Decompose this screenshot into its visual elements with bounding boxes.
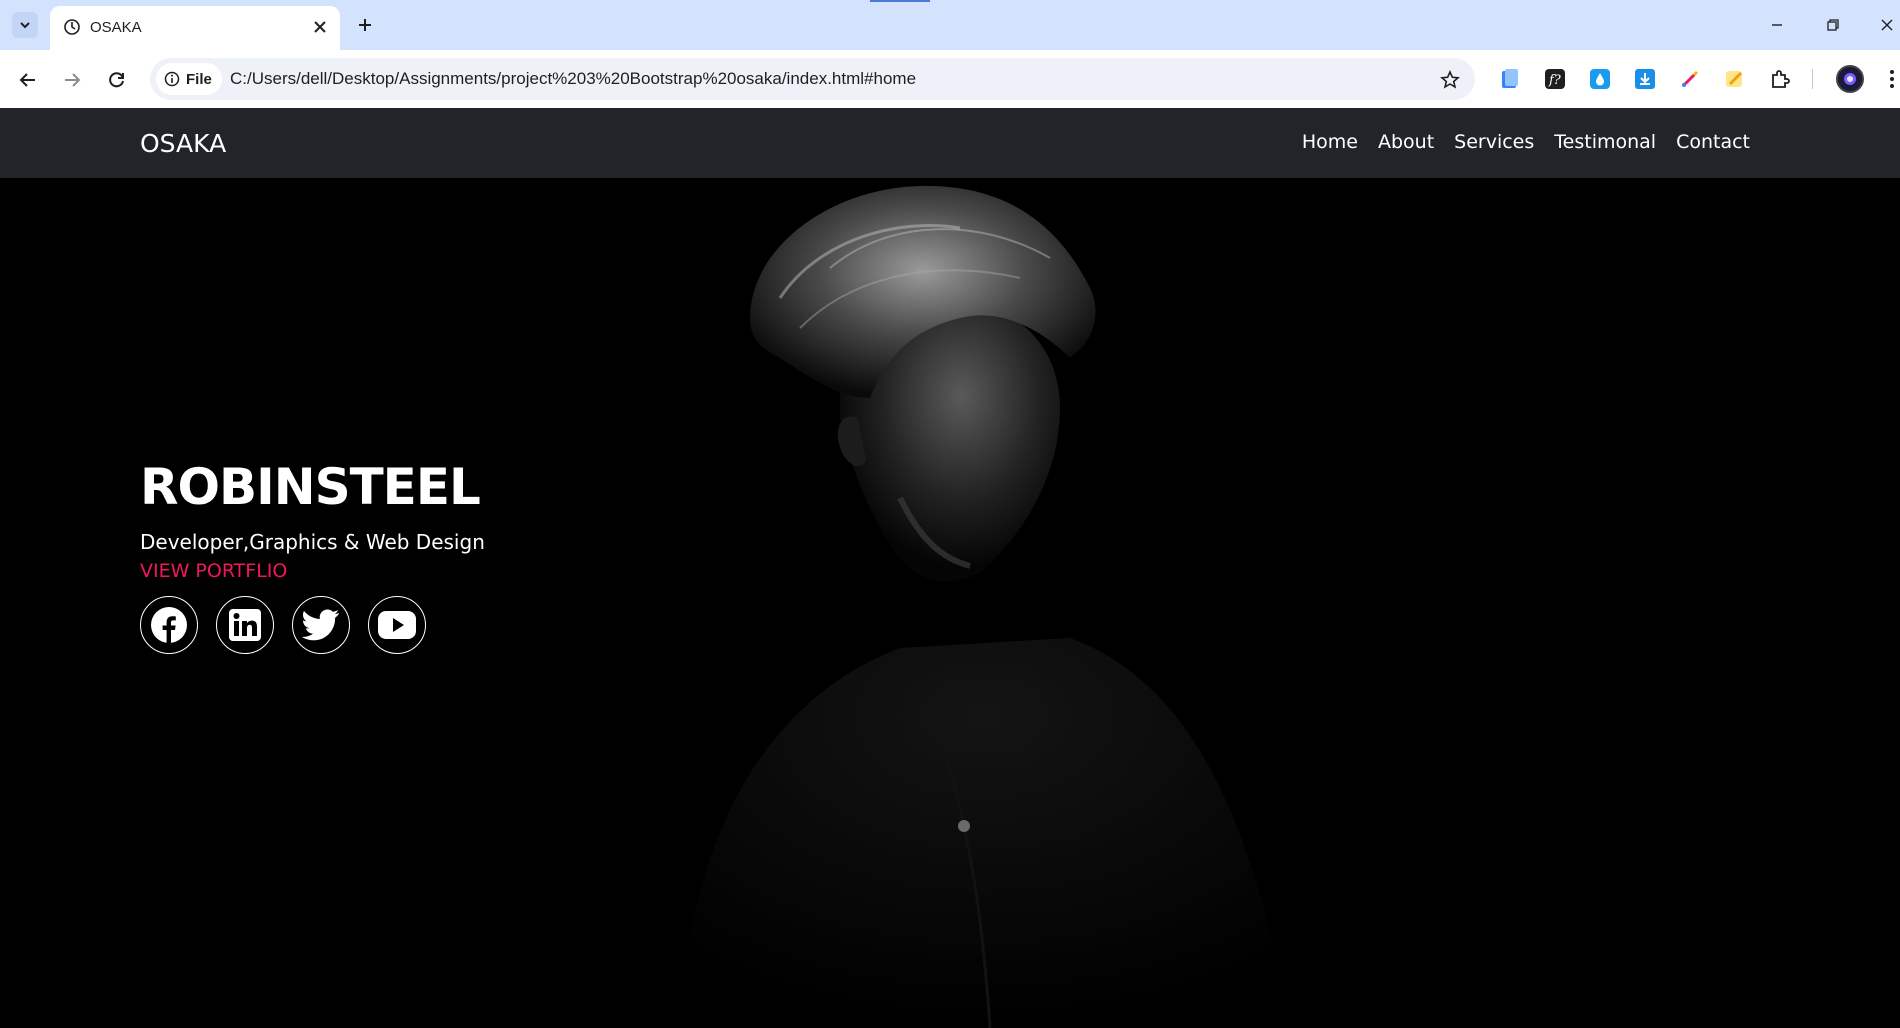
bookmark-button[interactable] — [1437, 67, 1463, 93]
avatar-icon — [1844, 73, 1856, 85]
extension-fonts-button[interactable]: f? — [1541, 65, 1569, 93]
forward-button[interactable] — [56, 64, 88, 96]
extension-reader-button[interactable] — [1496, 65, 1524, 93]
view-portfolio-link[interactable]: VIEW PORTFLIO — [140, 560, 485, 582]
reload-icon — [109, 72, 124, 88]
facebook-icon — [151, 607, 187, 643]
highlighter-icon — [1726, 71, 1743, 87]
youtube-link[interactable] — [368, 596, 426, 654]
restore-button[interactable] — [1818, 10, 1848, 40]
extensions-menu-button[interactable] — [1766, 65, 1794, 93]
nav-link-testimonal[interactable]: Testimonal — [1554, 131, 1656, 153]
extension-dropper-button[interactable] — [1586, 65, 1614, 93]
info-icon — [164, 71, 180, 87]
restore-icon — [1827, 19, 1839, 31]
svg-text:f?: f? — [1548, 73, 1562, 88]
new-tab-button[interactable] — [352, 12, 378, 38]
tab-title: OSAKA — [90, 19, 142, 36]
extension-download-button[interactable] — [1631, 65, 1659, 93]
page-viewport: OSAKA Home About Services Testimonal Con… — [0, 108, 1900, 1028]
reload-button[interactable] — [101, 64, 133, 96]
linkedin-link[interactable] — [216, 596, 274, 654]
extension-pen-button[interactable] — [1721, 65, 1749, 93]
globe-icon — [64, 19, 80, 35]
puzzle-icon — [1772, 70, 1790, 88]
tab-search-button[interactable] — [12, 12, 38, 38]
browser-tab-strip: OSAKA — [0, 0, 1900, 50]
reader-icon — [1502, 69, 1518, 88]
toolbar-separator — [1812, 69, 1813, 89]
nav-link-contact[interactable]: Contact — [1676, 131, 1750, 153]
nav-link-home[interactable]: Home — [1302, 131, 1358, 153]
nav-link-about[interactable]: About — [1378, 131, 1434, 153]
site-navbar: OSAKA Home About Services Testimonal Con… — [0, 108, 1900, 178]
pencil-icon — [1682, 70, 1699, 87]
hero-content: ROBINSTEEL Developer,Graphics & Web Desi… — [140, 458, 485, 654]
social-links — [140, 596, 485, 654]
browser-menu-button[interactable] — [1878, 65, 1900, 93]
browser-tab[interactable]: OSAKA — [50, 6, 340, 50]
hero-name: ROBINSTEEL — [140, 458, 481, 516]
arrow-left-icon — [19, 73, 35, 87]
arrow-right-icon — [65, 73, 81, 87]
close-window-button[interactable] — [1872, 10, 1900, 40]
site-nav: Home About Services Testimonal Contact — [1302, 131, 1750, 153]
nav-link-services[interactable]: Services — [1454, 131, 1534, 153]
twitter-link[interactable] — [292, 596, 350, 654]
site-info-chip[interactable]: File — [156, 63, 222, 95]
hero-tagline: Developer,Graphics & Web Design — [140, 530, 485, 554]
star-icon — [1440, 70, 1460, 89]
close-icon — [1881, 19, 1893, 31]
plus-icon — [359, 19, 371, 31]
file-chip-label: File — [186, 70, 212, 88]
facebook-link[interactable] — [140, 596, 198, 654]
more-vertical-icon — [1890, 70, 1894, 88]
hero-portrait-image — [680, 185, 1290, 1028]
minimize-button[interactable] — [1762, 10, 1792, 40]
browser-toolbar: File C:/Users/dell/Desktop/Assignments/p… — [0, 50, 1900, 108]
drop-icon — [1590, 69, 1610, 89]
back-button[interactable] — [12, 64, 44, 96]
close-icon — [314, 21, 326, 33]
tab-strip-accent — [870, 0, 930, 2]
address-bar[interactable]: File C:/Users/dell/Desktop/Assignments/p… — [150, 58, 1475, 100]
site-brand[interactable]: OSAKA — [140, 129, 226, 158]
minimize-icon — [1772, 24, 1782, 26]
tab-close-button[interactable] — [308, 15, 332, 39]
youtube-icon — [378, 611, 416, 639]
twitter-icon — [302, 609, 339, 641]
extension-colorpicker-button[interactable] — [1676, 65, 1704, 93]
profile-avatar[interactable] — [1836, 65, 1864, 93]
font-icon: f? — [1545, 69, 1565, 89]
url-text[interactable]: C:/Users/dell/Desktop/Assignments/projec… — [230, 69, 916, 89]
chevron-down-icon — [20, 22, 30, 29]
linkedin-icon — [229, 609, 261, 641]
download-icon — [1635, 69, 1655, 89]
